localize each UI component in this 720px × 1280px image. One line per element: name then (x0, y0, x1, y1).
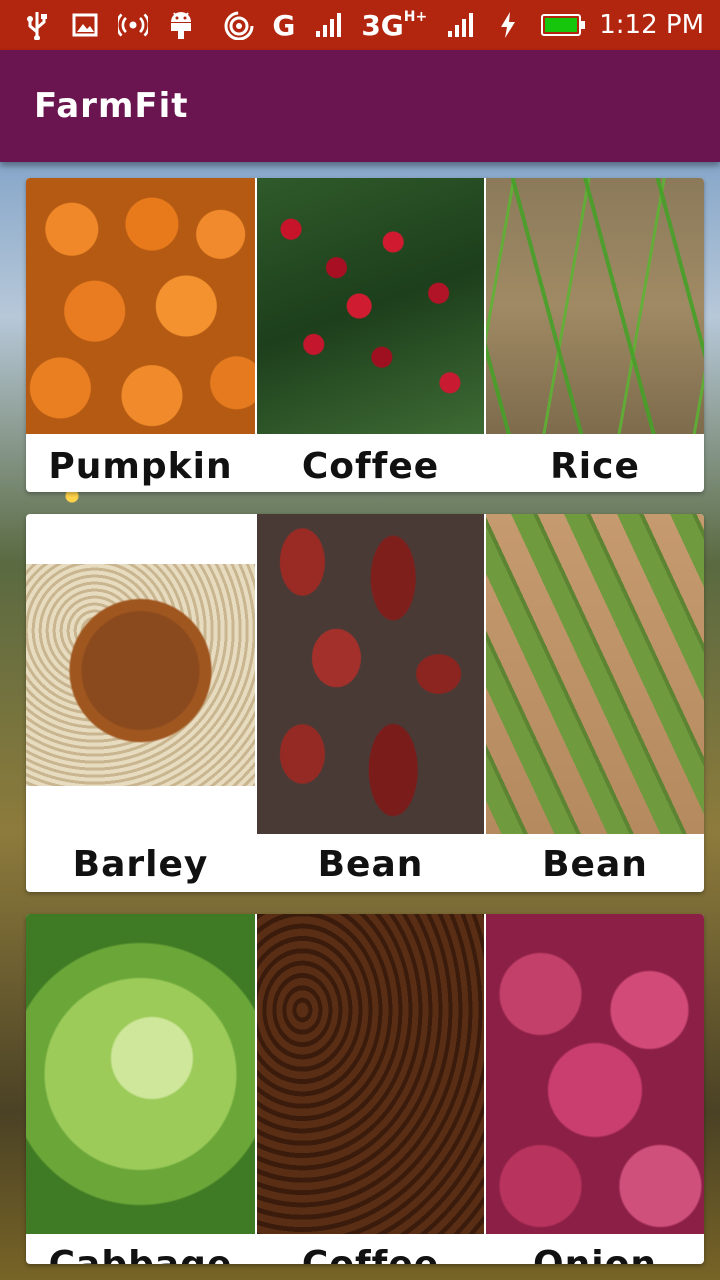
charging-icon (493, 10, 523, 40)
crop-label: Coffee (301, 446, 440, 487)
crop-row: Cabbage Coffee Onion (26, 914, 704, 1264)
crop-image-pumpkin (26, 178, 255, 434)
usb-icon (22, 10, 52, 40)
app-title: FarmFit (34, 86, 189, 126)
crop-image-barley (26, 564, 255, 786)
crop-image-onion (486, 914, 704, 1234)
battery-icon (541, 14, 586, 36)
crop-label: Pumpkin (48, 446, 233, 487)
crop-label: Barley (72, 844, 209, 885)
crop-image-kidney-bean (257, 514, 484, 834)
android-icon (166, 10, 196, 40)
network-type-3g: 3G H+ (361, 9, 427, 42)
status-bar-right: G 3G H+ 1:12 PM (224, 9, 704, 42)
status-bar: G 3G H+ 1:12 PM (0, 0, 720, 50)
crop-card-coffee[interactable]: Coffee (257, 178, 484, 492)
crop-label: Bean (317, 844, 424, 885)
crop-label: Cabbage (26, 1244, 255, 1264)
clock: 1:12 PM (599, 10, 704, 40)
crop-card-onion[interactable]: Onion (486, 914, 704, 1264)
crop-card-coffee-beans[interactable]: Coffee (257, 914, 484, 1264)
crop-card-bean[interactable]: Bean (257, 514, 484, 892)
network-type-g: G (272, 8, 296, 42)
crop-image-rice (486, 178, 704, 434)
status-bar-left (22, 10, 196, 40)
network-3g-label: 3G (361, 8, 404, 42)
crop-image-green-bean (486, 514, 704, 834)
crop-label: Onion (486, 1244, 704, 1264)
image-icon (70, 10, 100, 40)
crop-card-rice[interactable]: Rice (486, 178, 704, 492)
crop-image-coffee-plant (257, 178, 484, 434)
crop-label: Coffee (257, 1244, 484, 1264)
crop-image-coffee-beans (257, 914, 484, 1234)
signal-icon (313, 10, 343, 40)
crop-card-barley[interactable]: Barley (26, 514, 255, 892)
crop-card-pumpkin[interactable]: Pumpkin (26, 178, 255, 492)
wifi-hotspot-icon (224, 10, 254, 40)
hotspot-icon (118, 10, 148, 40)
crop-card-cabbage[interactable]: Cabbage (26, 914, 255, 1264)
crop-image-cabbage (26, 914, 255, 1234)
network-3g-sup: H+ (403, 8, 428, 25)
signal-icon (445, 10, 475, 40)
crop-row: Pumpkin Coffee Rice (26, 178, 704, 492)
crop-label: Rice (550, 446, 640, 487)
app-bar: FarmFit (0, 50, 720, 162)
crop-card-green-bean[interactable]: Bean (486, 514, 704, 892)
crop-label: Bean (542, 844, 648, 885)
crop-row: Barley Bean Bean (26, 514, 704, 892)
